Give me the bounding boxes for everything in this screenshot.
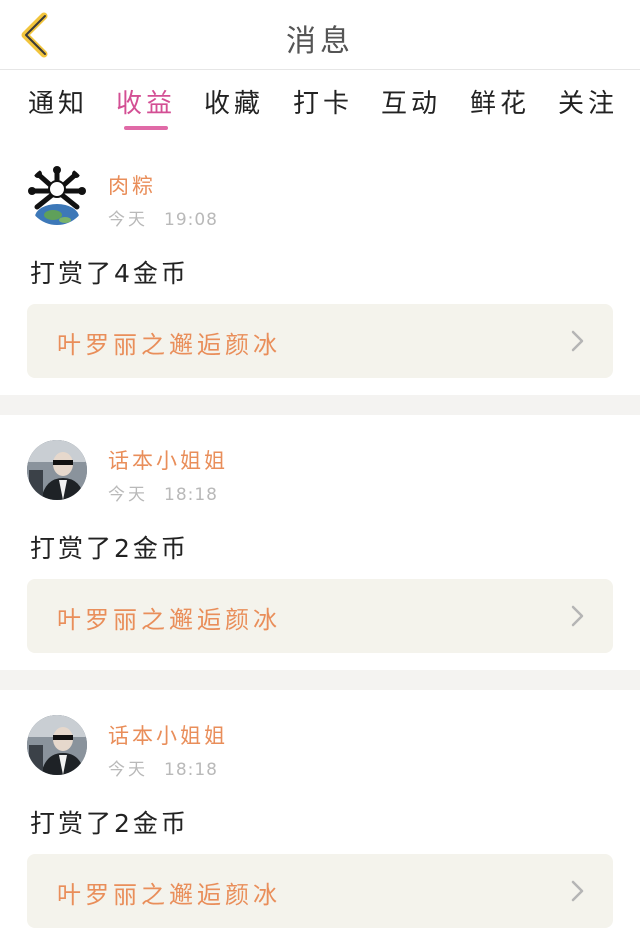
book-title: 叶罗丽之邂逅颜冰 (57, 881, 281, 909)
avatar[interactable] (27, 715, 87, 775)
timestamp-time: 18:18 (164, 760, 218, 780)
message-card: 话本小姐姐 今天 18:18 打赏了2金币 叶罗丽之邂逅颜冰 (0, 415, 640, 670)
message-text: 打赏了2金币 (30, 534, 189, 563)
tab-earnings[interactable]: 收益 (116, 83, 176, 120)
book-link[interactable]: 叶罗丽之邂逅颜冰 (27, 304, 613, 378)
timestamp-day: 今天 (108, 760, 148, 780)
avatar[interactable] (27, 165, 87, 225)
username[interactable]: 肉粽 (108, 170, 156, 200)
chevron-right-icon (571, 330, 584, 352)
book-title: 叶罗丽之邂逅颜冰 (57, 606, 281, 634)
tab-notifications[interactable]: 通知 (28, 83, 88, 120)
top-bar: 消息 (0, 0, 640, 70)
timestamp-day: 今天 (108, 485, 148, 505)
timestamp: 今天 19:08 (108, 205, 218, 230)
username[interactable]: 话本小姐姐 (108, 445, 228, 475)
book-title: 叶罗丽之邂逅颜冰 (57, 331, 281, 359)
timestamp-time: 18:18 (164, 485, 218, 505)
separator (0, 670, 640, 690)
username[interactable]: 话本小姐姐 (108, 720, 228, 750)
chevron-right-icon (571, 880, 584, 902)
tab-interaction[interactable]: 互动 (381, 83, 441, 120)
person-avatar-icon (27, 440, 87, 500)
book-link[interactable]: 叶罗丽之邂逅颜冰 (27, 854, 613, 928)
message-text: 打赏了2金币 (30, 809, 189, 838)
timestamp-day: 今天 (108, 210, 148, 230)
tab-bar: 通知 收益 收藏 打卡 互动 鲜花 关注 (0, 71, 640, 139)
page-title: 消息 (286, 24, 354, 59)
message-text: 打赏了4金币 (30, 259, 189, 288)
active-tab-indicator (124, 126, 168, 130)
earth-avatar-icon (28, 166, 86, 225)
chevron-right-icon (571, 605, 584, 627)
tab-favorites[interactable]: 收藏 (204, 83, 264, 120)
timestamp: 今天 18:18 (108, 480, 218, 505)
message-card: 肉粽 今天 19:08 打赏了4金币 叶罗丽之邂逅颜冰 (0, 140, 640, 395)
avatar[interactable] (27, 440, 87, 500)
separator (0, 395, 640, 415)
timestamp-time: 19:08 (164, 210, 218, 230)
book-link[interactable]: 叶罗丽之邂逅颜冰 (27, 579, 613, 653)
message-card: 话本小姐姐 今天 18:18 打赏了2金币 叶罗丽之邂逅颜冰 (0, 690, 640, 948)
person-avatar-icon (27, 715, 87, 775)
tab-following[interactable]: 关注 (558, 83, 618, 120)
tab-checkin[interactable]: 打卡 (293, 83, 353, 120)
timestamp: 今天 18:18 (108, 755, 218, 780)
tab-flowers[interactable]: 鲜花 (470, 83, 530, 120)
